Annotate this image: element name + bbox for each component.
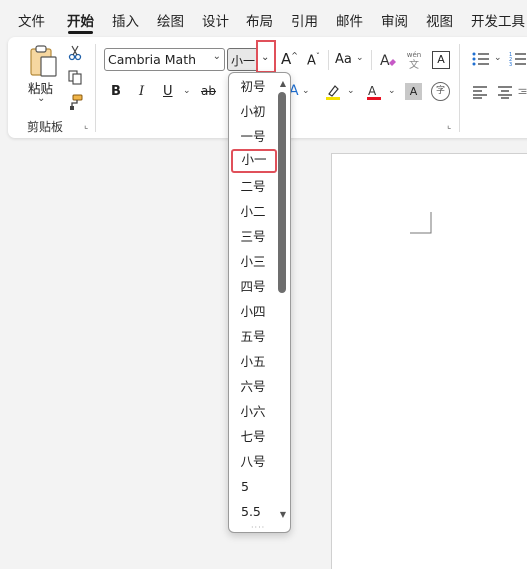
tab-insert[interactable]: 插入	[112, 10, 139, 30]
font-size-option[interactable]: 小三	[229, 251, 277, 273]
scroll-up-arrow-icon[interactable]: ▲	[277, 79, 289, 89]
svg-text:A: A	[368, 84, 377, 98]
font-size-option[interactable]: 小六	[229, 401, 277, 423]
underline-button[interactable]: U	[163, 84, 173, 99]
character-shading-icon[interactable]: A	[405, 83, 422, 100]
change-case-chevron-icon[interactable]: ⌄	[356, 53, 364, 63]
document-page[interactable]	[331, 153, 527, 569]
tab-layout[interactable]: 布局	[246, 10, 273, 30]
highlight-chevron-icon[interactable]: ⌄	[347, 86, 355, 96]
font-color-chevron-icon[interactable]: ⌄	[388, 86, 396, 96]
group-separator	[459, 44, 460, 132]
font-size-option[interactable]: 八号	[229, 451, 277, 473]
font-size-option[interactable]: 5	[229, 476, 277, 498]
tab-developer[interactable]: 开发工具	[471, 10, 525, 30]
divider	[328, 50, 329, 70]
font-name-combobox[interactable]: Cambria Math ⌄	[104, 48, 225, 71]
svg-text:3: 3	[509, 62, 512, 67]
font-size-dropdown-list: ▲ ▼ ···· 初号 小初 一号 小一 二号 小二 三号 小三 四号 小四 五…	[228, 72, 291, 533]
change-case-button[interactable]: Aa	[335, 52, 352, 67]
font-name-value: Cambria Math	[108, 52, 197, 67]
scroll-down-arrow-icon[interactable]: ▼	[277, 510, 289, 520]
font-size-option[interactable]: 七号	[229, 426, 277, 448]
font-name-chevron-icon[interactable]: ⌄	[213, 51, 221, 62]
tab-home[interactable]: 开始	[67, 10, 94, 30]
format-painter-icon[interactable]	[66, 93, 84, 111]
underline-chevron-icon[interactable]: ⌄	[183, 86, 191, 96]
font-color-icon[interactable]: A	[364, 82, 384, 102]
font-size-option[interactable]: 小五	[229, 351, 277, 373]
font-size-option[interactable]: 五号	[229, 326, 277, 348]
tab-view[interactable]: 视图	[426, 10, 453, 30]
active-tab-indicator	[68, 31, 93, 34]
font-dialog-launcher-icon[interactable]: ⌞	[447, 121, 451, 131]
tab-references[interactable]: 引用	[291, 10, 318, 30]
text-effects-chevron-icon[interactable]: ⌄	[302, 86, 310, 96]
text-boundary-corner-mark	[410, 212, 432, 234]
numbering-icon[interactable]: 123	[509, 50, 527, 68]
scrollbar-thumb[interactable]	[278, 92, 286, 293]
grow-font-icon[interactable]: A^	[281, 50, 298, 68]
tab-draw[interactable]: 绘图	[157, 10, 184, 30]
strikethrough-button[interactable]: ab	[201, 84, 216, 98]
italic-button[interactable]: I	[139, 84, 144, 99]
tab-file[interactable]: 文件	[18, 10, 45, 30]
resize-grip-icon[interactable]: ····	[251, 523, 265, 532]
clipboard-group-label: 剪贴板	[27, 120, 64, 134]
tab-review[interactable]: 审阅	[381, 10, 408, 30]
font-size-option[interactable]: 初号	[229, 76, 277, 98]
svg-text:A: A	[380, 53, 390, 69]
group-separator	[95, 44, 96, 132]
paste-icon[interactable]	[27, 44, 59, 78]
tab-design[interactable]: 设计	[202, 10, 229, 30]
font-size-dropdown-button[interactable]: ⌄	[256, 40, 276, 73]
clipboard-dialog-launcher-icon[interactable]: ⌞	[84, 121, 88, 131]
chevron-down-icon: ⌄	[261, 52, 270, 63]
enclose-characters-icon[interactable]: 字	[431, 82, 450, 101]
highlight-color-icon[interactable]	[323, 82, 343, 102]
font-size-value[interactable]: 小一	[231, 52, 255, 69]
copy-icon[interactable]	[66, 68, 84, 86]
font-size-option[interactable]: 二号	[229, 176, 277, 198]
paste-dropdown-chevron-icon[interactable]: ⌄	[37, 93, 45, 104]
align-right-icon[interactable]	[518, 83, 527, 101]
bold-button[interactable]: B	[111, 84, 121, 99]
font-size-option[interactable]: 六号	[229, 376, 277, 398]
ribbon-tab-bar: 文件 开始 插入 绘图 设计 布局 引用 邮件 审阅 视图 开发工具	[0, 0, 527, 36]
divider	[371, 50, 372, 70]
font-size-option-selected[interactable]: 小一	[231, 149, 277, 173]
font-size-option[interactable]: 小四	[229, 301, 277, 323]
align-left-icon[interactable]	[471, 83, 489, 101]
cut-icon[interactable]	[66, 44, 84, 62]
font-size-option[interactable]: 5.5	[229, 501, 277, 523]
font-size-option[interactable]: 一号	[229, 126, 277, 148]
font-size-option[interactable]: 三号	[229, 226, 277, 248]
font-size-option[interactable]: 小二	[229, 201, 277, 223]
font-size-option[interactable]: 四号	[229, 276, 277, 298]
align-center-icon[interactable]	[496, 83, 514, 101]
clear-formatting-icon[interactable]: A	[378, 50, 398, 70]
font-size-option[interactable]: 小初	[229, 101, 277, 123]
tab-mailings[interactable]: 邮件	[336, 10, 363, 30]
bullets-chevron-icon[interactable]: ⌄	[494, 53, 502, 63]
character-border-icon[interactable]: A	[432, 51, 450, 69]
phonetic-guide-icon[interactable]: wén 文	[404, 49, 424, 71]
bullets-icon[interactable]	[471, 50, 491, 68]
shrink-font-icon[interactable]: Aˇ	[307, 52, 320, 68]
